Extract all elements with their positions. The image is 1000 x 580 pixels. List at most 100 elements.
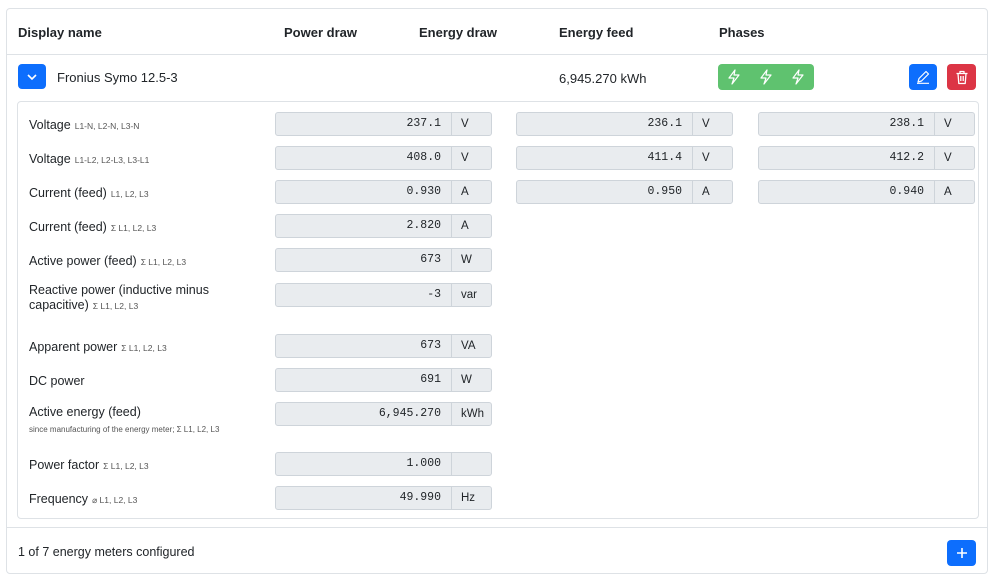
value-field: 236.1 V xyxy=(516,112,733,136)
expand-button[interactable] xyxy=(18,64,46,89)
unit-text: Hz xyxy=(451,487,491,509)
value-text: 673 xyxy=(420,253,441,266)
header-energy-feed: Energy feed xyxy=(559,25,634,40)
table-footer: 1 of 7 energy meters configured xyxy=(7,527,987,574)
value-text: 673 xyxy=(420,339,441,352)
meter-details-panel: Voltage L1-N, L2-N, L3-N 237.1 V 236.1 V 238.1… xyxy=(17,101,979,519)
value-text: -3 xyxy=(427,288,441,301)
detail-label-sub: Σ L1, L2, L3 xyxy=(92,301,139,311)
meter-row: Fronius Symo 12.5-3 6,945.270 kWh xyxy=(7,55,987,101)
value-field: 673 VA xyxy=(275,334,492,358)
value-field: 408.0 V xyxy=(275,146,492,170)
value-field: 0.930 A xyxy=(275,180,492,204)
energy-meters-card: Display name Power draw Energy draw Ener… xyxy=(6,8,988,574)
phase-l3-button[interactable] xyxy=(782,64,814,90)
chevron-down-icon xyxy=(27,73,37,80)
meter-count-text: 1 of 7 energy meters configured xyxy=(18,545,195,559)
plus-icon xyxy=(956,548,967,558)
detail-label-text: Active energy (feed) xyxy=(29,405,141,419)
value-field: 1.000 xyxy=(275,452,492,476)
value-text: 0.940 xyxy=(889,185,924,198)
detail-label: Active energy (feed) since manufacturing … xyxy=(29,405,259,437)
detail-label-sub: L1-N, L2-N, L3-N xyxy=(74,121,140,131)
detail-label: Active power (feed) Σ L1, L2, L3 xyxy=(29,254,259,270)
detail-label: Voltage L1-N, L2-N, L3-N xyxy=(29,118,259,134)
trash-icon xyxy=(956,70,967,84)
unit-text: var xyxy=(451,284,491,306)
unit-text: A xyxy=(451,215,491,237)
value-text: 2.820 xyxy=(406,219,441,232)
value-field: 49.990 Hz xyxy=(275,486,492,510)
value-field: 0.950 A xyxy=(516,180,733,204)
value-text: 6,945.270 xyxy=(378,407,441,420)
detail-label-text: Apparent power xyxy=(29,340,118,354)
value-field: 411.4 V xyxy=(516,146,733,170)
value-field: 412.2 V xyxy=(758,146,975,170)
detail-label-text: Frequency xyxy=(29,492,89,506)
unit-text: W xyxy=(451,369,491,391)
value-field: 2.820 A xyxy=(275,214,492,238)
value-field: -3 var xyxy=(275,283,492,307)
detail-label-text: Voltage xyxy=(29,118,71,132)
detail-label: Voltage L1-L2, L2-L3, L3-L1 xyxy=(29,152,259,168)
value-field: 691 W xyxy=(275,368,492,392)
value-field: 237.1 V xyxy=(275,112,492,136)
detail-label-text: Voltage xyxy=(29,152,71,166)
unit-text: V xyxy=(692,113,732,135)
unit-text xyxy=(451,453,491,475)
lightning-icon xyxy=(728,69,740,85)
value-text: 237.1 xyxy=(406,117,441,130)
detail-label-text: Current (feed) xyxy=(29,186,107,200)
detail-label-sub: Σ L1, L2, L3 xyxy=(110,223,157,233)
detail-label-sub: Σ L1, L2, L3 xyxy=(140,257,187,267)
detail-label: Current (feed) L1, L2, L3 xyxy=(29,186,259,202)
detail-label-sub: Σ L1, L2, L3 xyxy=(121,343,167,353)
detail-label-sub: Σ L1, L2, L3 xyxy=(103,461,149,471)
add-meter-button[interactable] xyxy=(947,540,976,566)
value-field: 673 W xyxy=(275,248,492,272)
unit-text: A xyxy=(934,181,974,203)
detail-label: Current (feed) Σ L1, L2, L3 xyxy=(29,220,259,236)
value-text: 1.000 xyxy=(406,457,441,470)
detail-label-note: since manufacturing of the energy meter;… xyxy=(29,425,220,434)
delete-button[interactable] xyxy=(947,64,976,90)
unit-text: V xyxy=(934,147,974,169)
detail-label: Frequency ⌀ L1, L2, L3 xyxy=(29,492,259,508)
value-text: 49.990 xyxy=(399,491,441,504)
edit-button[interactable] xyxy=(909,64,937,90)
detail-label: DC power xyxy=(29,374,259,389)
detail-label: Apparent power Σ L1, L2, L3 xyxy=(29,340,259,356)
unit-text: V xyxy=(934,113,974,135)
value-text: 236.1 xyxy=(647,117,682,130)
value-field: 238.1 V xyxy=(758,112,975,136)
lightning-icon xyxy=(760,69,772,85)
detail-label: Reactive power (inductive minus capaciti… xyxy=(29,283,259,314)
unit-text: V xyxy=(692,147,732,169)
detail-label-text: Active power (feed) xyxy=(29,254,137,268)
table-header: Display name Power draw Energy draw Ener… xyxy=(7,9,987,55)
unit-text: A xyxy=(692,181,732,203)
detail-label-sub: ⌀ L1, L2, L3 xyxy=(92,495,138,505)
detail-label-sub: L1-L2, L2-L3, L3-L1 xyxy=(74,155,150,165)
detail-label: Power factor Σ L1, L2, L3 xyxy=(29,458,259,474)
header-energy-draw: Energy draw xyxy=(419,25,498,40)
detail-label-sub: L1, L2, L3 xyxy=(110,189,149,199)
detail-label-text: Current (feed) xyxy=(29,220,107,234)
phases-button-group xyxy=(718,64,814,90)
value-text: 411.4 xyxy=(647,151,682,164)
header-display-name: Display name xyxy=(18,25,102,40)
value-text: 691 xyxy=(420,373,441,386)
phase-l2-button[interactable] xyxy=(750,64,782,90)
value-text: 408.0 xyxy=(406,151,441,164)
phase-l1-button[interactable] xyxy=(718,64,750,90)
value-text: 412.2 xyxy=(889,151,924,164)
unit-text: A xyxy=(451,181,491,203)
unit-text: V xyxy=(451,147,491,169)
unit-text: V xyxy=(451,113,491,135)
value-text: 238.1 xyxy=(889,117,924,130)
value-text: 0.950 xyxy=(647,185,682,198)
value-field: 6,945.270 kWh xyxy=(275,402,492,426)
detail-label-text: Power factor xyxy=(29,458,100,472)
header-power-draw: Power draw xyxy=(284,25,357,40)
unit-text: kWh xyxy=(451,403,491,425)
